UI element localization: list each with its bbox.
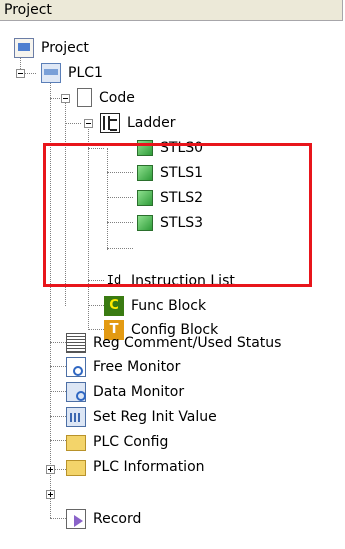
free-monitor-icon bbox=[66, 356, 86, 377]
tree-guide bbox=[50, 440, 66, 441]
tree-item-stls2[interactable]: STLS2 bbox=[137, 185, 203, 210]
tree-item-label: Set Reg Init Value bbox=[93, 408, 217, 425]
record-icon bbox=[66, 508, 86, 529]
tree-guide bbox=[50, 342, 66, 343]
tree-item-label: Reg Comment/Used Status bbox=[93, 334, 282, 351]
tree-guide bbox=[107, 172, 133, 173]
tree-item-label: STLS1 bbox=[160, 164, 204, 181]
tree-item-label: Func Block bbox=[131, 297, 207, 314]
tree-item-plc1[interactable]: PLC1 bbox=[41, 60, 103, 85]
tree-item-plc-config[interactable]: PLC Config bbox=[66, 429, 168, 454]
tree-item-project[interactable]: Project bbox=[14, 35, 89, 60]
stls-icon bbox=[137, 164, 153, 181]
tree-guide bbox=[88, 148, 104, 149]
code-document-icon bbox=[77, 88, 92, 107]
tree-guide bbox=[50, 391, 66, 392]
tree-item-stls0[interactable]: STLS0 bbox=[137, 135, 203, 160]
expand-plc-information-toggle[interactable] bbox=[46, 490, 55, 499]
tree-item-record[interactable]: Record bbox=[66, 506, 141, 531]
tree-guide bbox=[50, 416, 66, 417]
plc-icon bbox=[41, 62, 61, 83]
tree-guide bbox=[50, 73, 51, 518]
tree-item-set-reg-init[interactable]: Set Reg Init Value bbox=[66, 404, 217, 429]
panel-title: Project bbox=[0, 0, 343, 21]
tree-item-label: Free Monitor bbox=[93, 358, 181, 375]
ladder-icon bbox=[100, 112, 120, 133]
tree-item-data-monitor[interactable]: Data Monitor bbox=[66, 379, 184, 404]
tree-item-func-block[interactable]: C Func Block bbox=[104, 293, 206, 318]
collapse-code-toggle[interactable] bbox=[61, 94, 70, 103]
tree-item-label: PLC Config bbox=[93, 433, 169, 450]
project-tree: Project PLC1 Code Ladder STLS0 STLS1 STL… bbox=[0, 22, 345, 549]
tree-item-free-monitor[interactable]: Free Monitor bbox=[66, 354, 180, 379]
tree-guide bbox=[88, 280, 104, 281]
tree-item-plc-information[interactable]: PLC Information bbox=[66, 454, 205, 479]
tree-guide bbox=[65, 123, 81, 124]
collapse-ladder-toggle[interactable] bbox=[84, 119, 93, 128]
tree-guide bbox=[107, 197, 133, 198]
folder-icon bbox=[66, 459, 86, 476]
tree-item-label: STLS3 bbox=[160, 214, 204, 231]
tree-guide bbox=[107, 222, 133, 223]
tree-guide bbox=[107, 248, 133, 249]
tree-guide bbox=[107, 148, 108, 250]
tree-guide bbox=[65, 98, 66, 306]
tree-item-reg-comment[interactable]: Reg Comment/Used Status bbox=[66, 330, 281, 355]
tree-guide bbox=[50, 366, 66, 367]
tree-guide bbox=[88, 305, 104, 306]
tree-item-label: Project bbox=[41, 39, 89, 56]
tree-item-stls1[interactable]: STLS1 bbox=[137, 160, 203, 185]
register-table-icon bbox=[66, 406, 86, 427]
project-icon bbox=[14, 37, 34, 58]
tree-item-code[interactable]: Code bbox=[77, 85, 135, 110]
tree-item-label: Code bbox=[99, 89, 135, 106]
expand-plc-config-toggle[interactable] bbox=[46, 465, 55, 474]
stls-icon bbox=[137, 189, 153, 206]
tree-item-label: Record bbox=[93, 510, 142, 527]
stls-icon bbox=[137, 139, 153, 156]
list-icon bbox=[66, 332, 86, 353]
stls-icon bbox=[137, 214, 153, 231]
tree-item-label: STLS2 bbox=[160, 189, 204, 206]
tree-item-label: PLC Information bbox=[93, 458, 205, 475]
folder-icon bbox=[66, 434, 86, 451]
tree-guide bbox=[88, 123, 89, 328]
func-block-icon: C bbox=[104, 295, 124, 316]
tree-item-label: Ladder bbox=[127, 114, 176, 131]
instruction-list-icon: Id bbox=[106, 272, 122, 287]
data-monitor-icon bbox=[66, 381, 86, 402]
tree-item-label: PLC1 bbox=[68, 64, 103, 81]
tree-item-label: STLS0 bbox=[160, 139, 204, 156]
tree-item-ladder[interactable]: Ladder bbox=[100, 110, 176, 135]
tree-item-stls3[interactable]: STLS3 bbox=[137, 210, 203, 235]
collapse-plc1-toggle[interactable] bbox=[16, 69, 25, 78]
tree-item-instruction-list[interactable]: Id Instruction List bbox=[104, 268, 235, 293]
tree-item-label: Instruction List bbox=[131, 272, 235, 289]
tree-item-label: Data Monitor bbox=[93, 383, 185, 400]
tree-guide bbox=[50, 518, 66, 519]
